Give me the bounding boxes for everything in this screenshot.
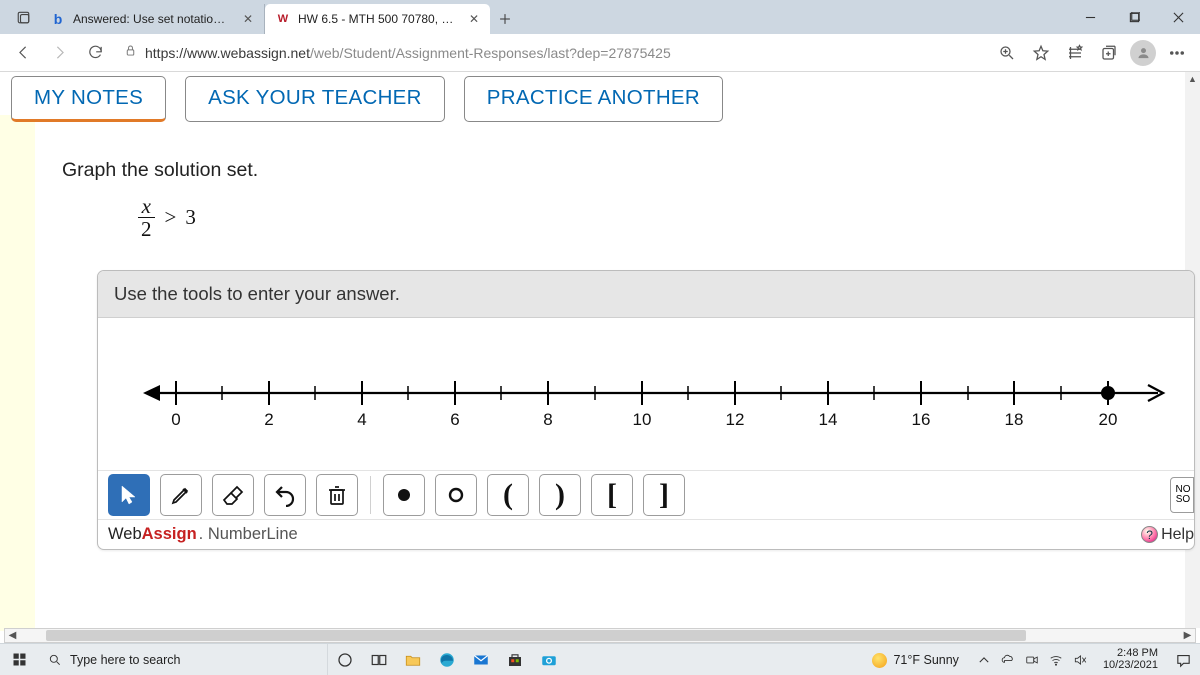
ask-your-teacher-button[interactable]: ASK YOUR TEACHER: [185, 76, 445, 122]
zoom-icon[interactable]: [990, 37, 1024, 69]
tab-manager-button[interactable]: [6, 0, 40, 34]
profile-avatar[interactable]: [1130, 40, 1156, 66]
weather-text: 71°F Sunny: [893, 653, 958, 667]
help-button[interactable]: ? Help: [1141, 526, 1194, 544]
close-window-button[interactable]: [1156, 0, 1200, 34]
tick-label: 18: [1005, 410, 1024, 429]
tick-label: 6: [450, 410, 459, 429]
draw-tool[interactable]: [160, 474, 202, 516]
store-icon[interactable]: [498, 644, 532, 675]
inequality-expression: x 2 > 3: [137, 195, 1200, 240]
rhs-value: 3: [185, 205, 196, 230]
taskbar: Type here to search 71°F Sunny 2:48 PM 1…: [0, 643, 1200, 675]
tick-label: 8: [543, 410, 552, 429]
favorites-list-icon[interactable]: [1058, 37, 1092, 69]
date-text: 10/23/2021: [1103, 660, 1158, 672]
maximize-button[interactable]: [1112, 0, 1156, 34]
number-line-tool-panel: Use the tools to enter your answer.: [97, 270, 1195, 550]
tick-label: 10: [633, 410, 652, 429]
practice-another-button[interactable]: PRACTICE ANOTHER: [464, 76, 723, 122]
close-bracket-tool[interactable]: ]: [643, 474, 685, 516]
url-field[interactable]: https://www.webassign.net/web/Student/As…: [114, 38, 988, 68]
close-paren-tool[interactable]: ): [539, 474, 581, 516]
separator: [370, 476, 371, 514]
collections-icon[interactable]: [1092, 37, 1126, 69]
fraction-numerator: x: [138, 195, 155, 218]
help-icon: ?: [1141, 526, 1158, 543]
sun-icon: [872, 653, 887, 668]
file-explorer-icon[interactable]: [396, 644, 430, 675]
tick-label: 16: [912, 410, 931, 429]
closed-dot-tool[interactable]: [383, 474, 425, 516]
fraction-denominator: 2: [137, 218, 156, 240]
camera-icon[interactable]: [532, 644, 566, 675]
close-icon[interactable]: ✕: [241, 12, 255, 26]
search-placeholder: Type here to search: [70, 653, 180, 667]
page-content: ▲ MY NOTES ASK YOUR TEACHER PRACTICE ANO…: [0, 72, 1200, 643]
scroll-left-arrow[interactable]: ◀: [5, 629, 20, 642]
forward-button[interactable]: [42, 37, 76, 69]
open-bracket-tool[interactable]: [: [591, 474, 633, 516]
scroll-right-arrow[interactable]: ▶: [1180, 629, 1195, 642]
back-button[interactable]: [6, 37, 40, 69]
number-line-canvas[interactable]: 0 2 4 6 8 10 12 14 16 18 20: [98, 318, 1194, 470]
window-controls: [1068, 0, 1200, 34]
my-notes-button[interactable]: MY NOTES: [11, 76, 166, 122]
no-solution-button[interactable]: NO SO: [1170, 477, 1194, 513]
eraser-tool[interactable]: [212, 474, 254, 516]
horizontal-scrollbar[interactable]: ◀ ▶: [4, 628, 1196, 643]
tick-label: 4: [357, 410, 366, 429]
weather-widget[interactable]: 71°F Sunny: [862, 653, 968, 668]
wifi-icon[interactable]: [1049, 653, 1063, 667]
webassign-brand: WebAssign. NumberLine: [108, 525, 298, 544]
action-center-icon[interactable]: [1166, 644, 1200, 675]
lock-icon: [124, 44, 137, 62]
menu-icon[interactable]: [1160, 37, 1194, 69]
url-text: https://www.webassign.net/web/Student/As…: [145, 45, 671, 61]
delete-tool[interactable]: [316, 474, 358, 516]
tab-title: Answered: Use set notation to id: [73, 12, 230, 26]
problem-prompt: Graph the solution set.: [62, 159, 1200, 182]
tab-title: HW 6.5 - MTH 500 70780, sectio: [298, 12, 456, 26]
pointer-tool[interactable]: [108, 474, 150, 516]
tool-panel-footer: WebAssign. NumberLine ? Help: [98, 519, 1194, 549]
edge-icon[interactable]: [430, 644, 464, 675]
close-icon[interactable]: ✕: [467, 12, 481, 26]
start-button[interactable]: [0, 644, 38, 675]
tick-label: 20: [1099, 410, 1118, 429]
task-view-icon[interactable]: [362, 644, 396, 675]
tab-strip: b Answered: Use set notation to id ✕ W H…: [0, 0, 1200, 34]
scroll-thumb[interactable]: [46, 630, 1026, 641]
favicon-bartleby-icon: b: [50, 11, 66, 27]
minimize-button[interactable]: [1068, 0, 1112, 34]
open-dot-tool[interactable]: [435, 474, 477, 516]
cortana-icon[interactable]: [328, 644, 362, 675]
undo-tool[interactable]: [264, 474, 306, 516]
taskbar-search[interactable]: Type here to search: [38, 644, 328, 675]
favicon-webassign-icon: W: [275, 11, 291, 27]
tab-inactive[interactable]: b Answered: Use set notation to id ✕: [40, 4, 265, 34]
mail-icon[interactable]: [464, 644, 498, 675]
tab-active[interactable]: W HW 6.5 - MTH 500 70780, sectio ✕: [265, 4, 490, 34]
tick-label: 0: [171, 410, 180, 429]
chevron-up-icon[interactable]: [977, 653, 991, 667]
meet-now-icon[interactable]: [1025, 653, 1039, 667]
search-icon: [48, 653, 62, 667]
address-bar: https://www.webassign.net/web/Student/As…: [0, 34, 1200, 72]
onedrive-icon[interactable]: [1001, 653, 1015, 667]
favorite-star-icon[interactable]: [1024, 37, 1058, 69]
relation-symbol: >: [165, 205, 177, 230]
refresh-button[interactable]: [78, 37, 112, 69]
new-tab-button[interactable]: [490, 4, 520, 34]
tick-label: 12: [726, 410, 745, 429]
tick-label: 14: [819, 410, 838, 429]
volume-icon[interactable]: [1073, 653, 1087, 667]
open-paren-tool[interactable]: (: [487, 474, 529, 516]
clock[interactable]: 2:48 PM 10/23/2021: [1095, 648, 1166, 671]
system-tray[interactable]: [969, 653, 1095, 667]
tool-row: ( ) [ ] NO SO: [98, 470, 1194, 519]
tool-panel-header: Use the tools to enter your answer.: [98, 271, 1194, 318]
tick-label: 2: [264, 410, 273, 429]
